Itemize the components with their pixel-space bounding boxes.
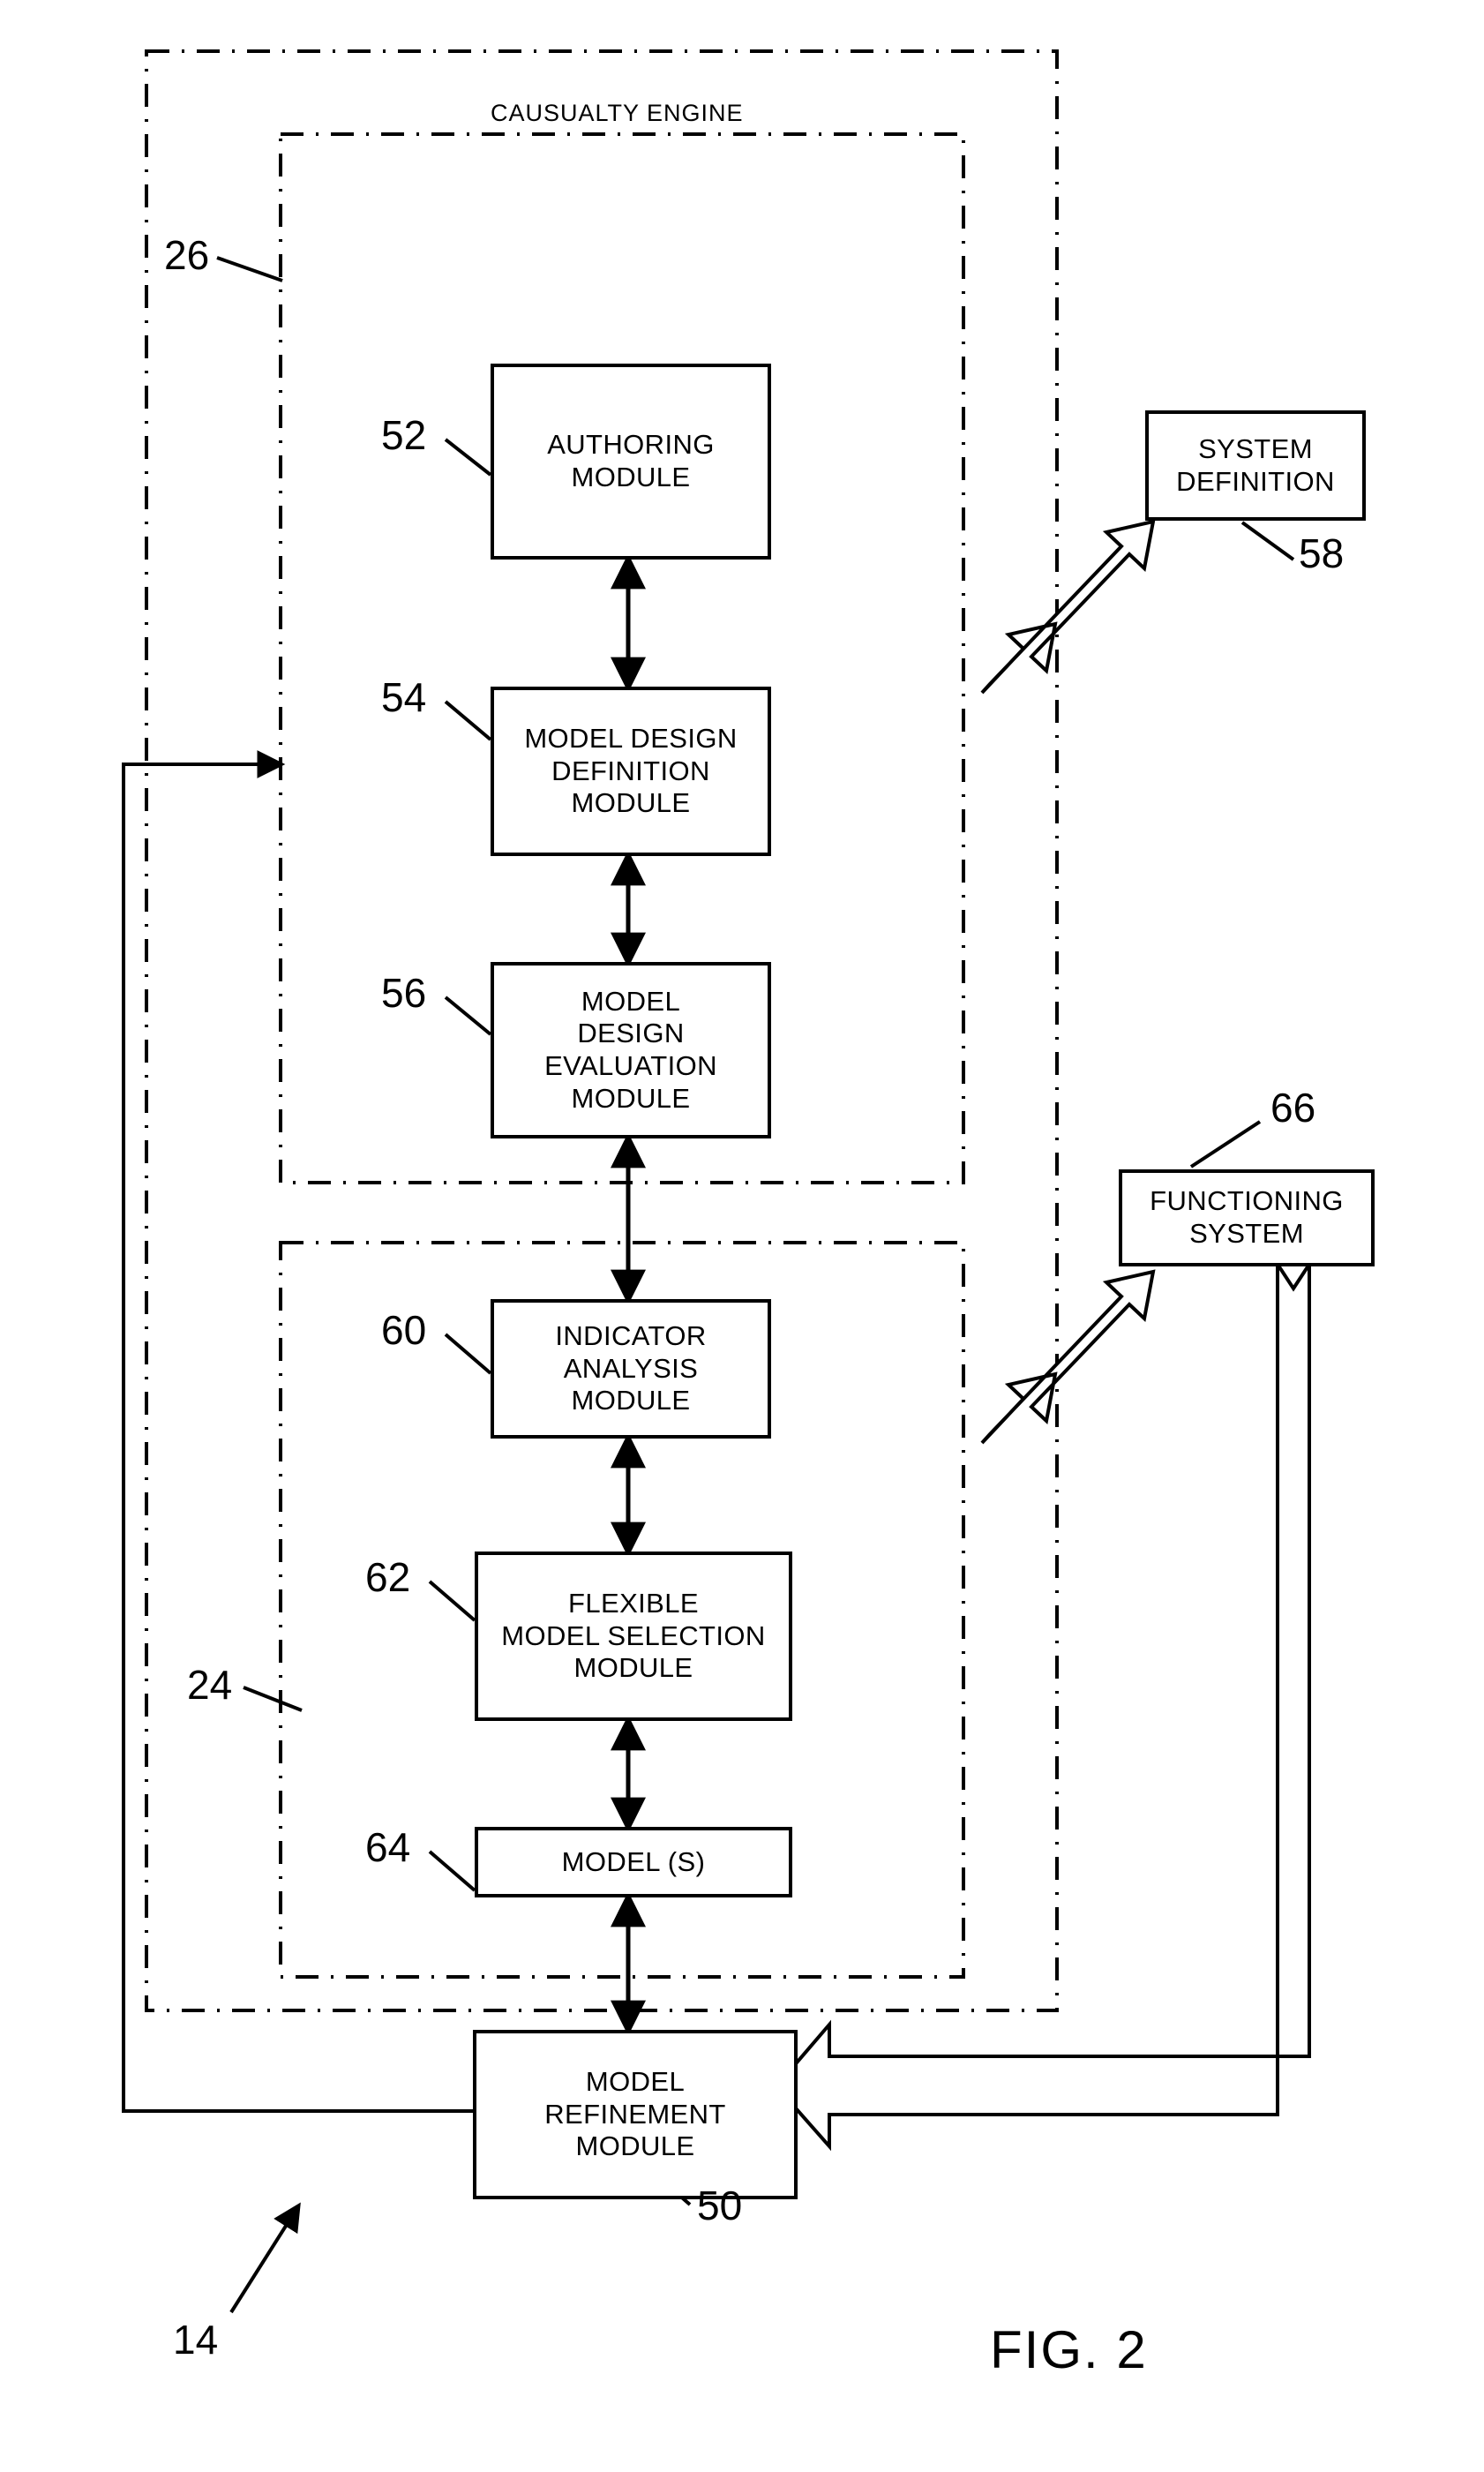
mdd-label-line3: MODULE (571, 787, 691, 819)
fms-label-line2: MODEL SELECTION (501, 1619, 766, 1651)
ia-label-line2: ANALYSIS (563, 1352, 699, 1384)
feedback-loop-refinement-to-mdd (122, 750, 473, 2113)
system-definition-box[interactable]: SYSTEM DEFINITION (1145, 410, 1366, 521)
leader-64 (428, 1850, 476, 1892)
ref-numeral-26: 26 (164, 232, 210, 278)
authoring-module-label-line2: MODULE (571, 462, 691, 492)
ref-numeral-66: 66 (1270, 1085, 1316, 1131)
ia-label-line3: MODULE (571, 1385, 691, 1416)
ref-numeral-24: 24 (187, 1662, 233, 1708)
funcsys-label-line1: FUNCTIONING (1150, 1185, 1344, 1217)
fms-label-line3: MODULE (573, 1652, 693, 1684)
leader-60 (444, 1333, 492, 1375)
model-design-evaluation-module-box[interactable]: MODEL DESIGN EVALUATION MODULE (491, 962, 771, 1138)
ref-numeral-54: 54 (381, 674, 427, 720)
fms-label-line1: FLEXIBLE (568, 1588, 699, 1619)
ref-numeral-64: 64 (365, 1824, 411, 1870)
ref-numeral-14: 14 (173, 2317, 219, 2363)
mdd-label-line1: MODEL DESIGN (524, 723, 738, 755)
model-design-definition-module-box[interactable]: MODEL DESIGN DEFINITION MODULE (491, 687, 771, 856)
causualty-engine-region-title: CAUSUALTY ENGINE (491, 100, 744, 126)
mrm-label-line2: REFINEMENT (544, 2098, 726, 2130)
ia-label-line1: INDICATOR (555, 1320, 707, 1352)
model-refinement-module-box[interactable]: MODEL REFINEMENT MODULE (473, 2030, 798, 2199)
hollow-arrow-functioning-system (980, 1269, 1156, 1445)
functioning-system-box[interactable]: FUNCTIONING SYSTEM (1119, 1169, 1375, 1266)
indicator-analysis-module-box[interactable]: INDICATOR ANALYSIS MODULE (491, 1299, 771, 1439)
patent-figure: CAUSUALTY ENGINE AUTHORING MODULE MODEL … (0, 0, 1484, 2472)
leader-26 (216, 256, 283, 282)
authoring-module-box[interactable]: AUTHORING MODULE (491, 364, 771, 560)
hollow-arrow-system-definition (980, 519, 1156, 695)
ref-numeral-60: 60 (381, 1307, 427, 1353)
mde-label-line4: MODULE (571, 1082, 691, 1114)
authoring-module-label-line1: AUTHORING (547, 429, 715, 461)
mde-label-line2: DESIGN (577, 1018, 685, 1049)
sysdef-label-line1: SYSTEM (1198, 432, 1313, 464)
leader-66 (1189, 1120, 1262, 1168)
leader-58 (1240, 521, 1295, 561)
flexible-model-selection-module-box[interactable]: FLEXIBLE MODEL SELECTION MODULE (475, 1552, 792, 1721)
ref-numeral-62: 62 (365, 1554, 411, 1600)
ref-numeral-52: 52 (381, 412, 427, 458)
mde-label-line3: EVALUATION (544, 1050, 717, 1081)
ref-numeral-58: 58 (1299, 530, 1345, 576)
leader-54 (444, 700, 492, 741)
models-label-line1: MODEL (S) (561, 1845, 706, 1877)
ref-numeral-56: 56 (381, 970, 427, 1016)
leader-62 (428, 1580, 476, 1622)
leader-56 (444, 996, 492, 1036)
ref-numeral-50: 50 (697, 2183, 743, 2228)
figure-caption: FIG. 2 (990, 2320, 1148, 2379)
mdd-label-line2: DEFINITION (551, 755, 710, 786)
hollow-arrow-functioning-to-refinement (774, 1241, 1327, 2152)
leader-52 (444, 438, 492, 477)
leader-14 (229, 2202, 301, 2314)
sysdef-label-line2: DEFINITION (1176, 465, 1335, 497)
models-box[interactable]: MODEL (S) (475, 1827, 792, 1897)
mrm-label-line1: MODEL (585, 2066, 686, 2098)
leader-24 (243, 1686, 303, 1712)
mde-label-line1: MODEL (581, 985, 681, 1017)
funcsys-label-line2: SYSTEM (1189, 1218, 1304, 1249)
mrm-label-line3: MODULE (575, 2130, 695, 2162)
